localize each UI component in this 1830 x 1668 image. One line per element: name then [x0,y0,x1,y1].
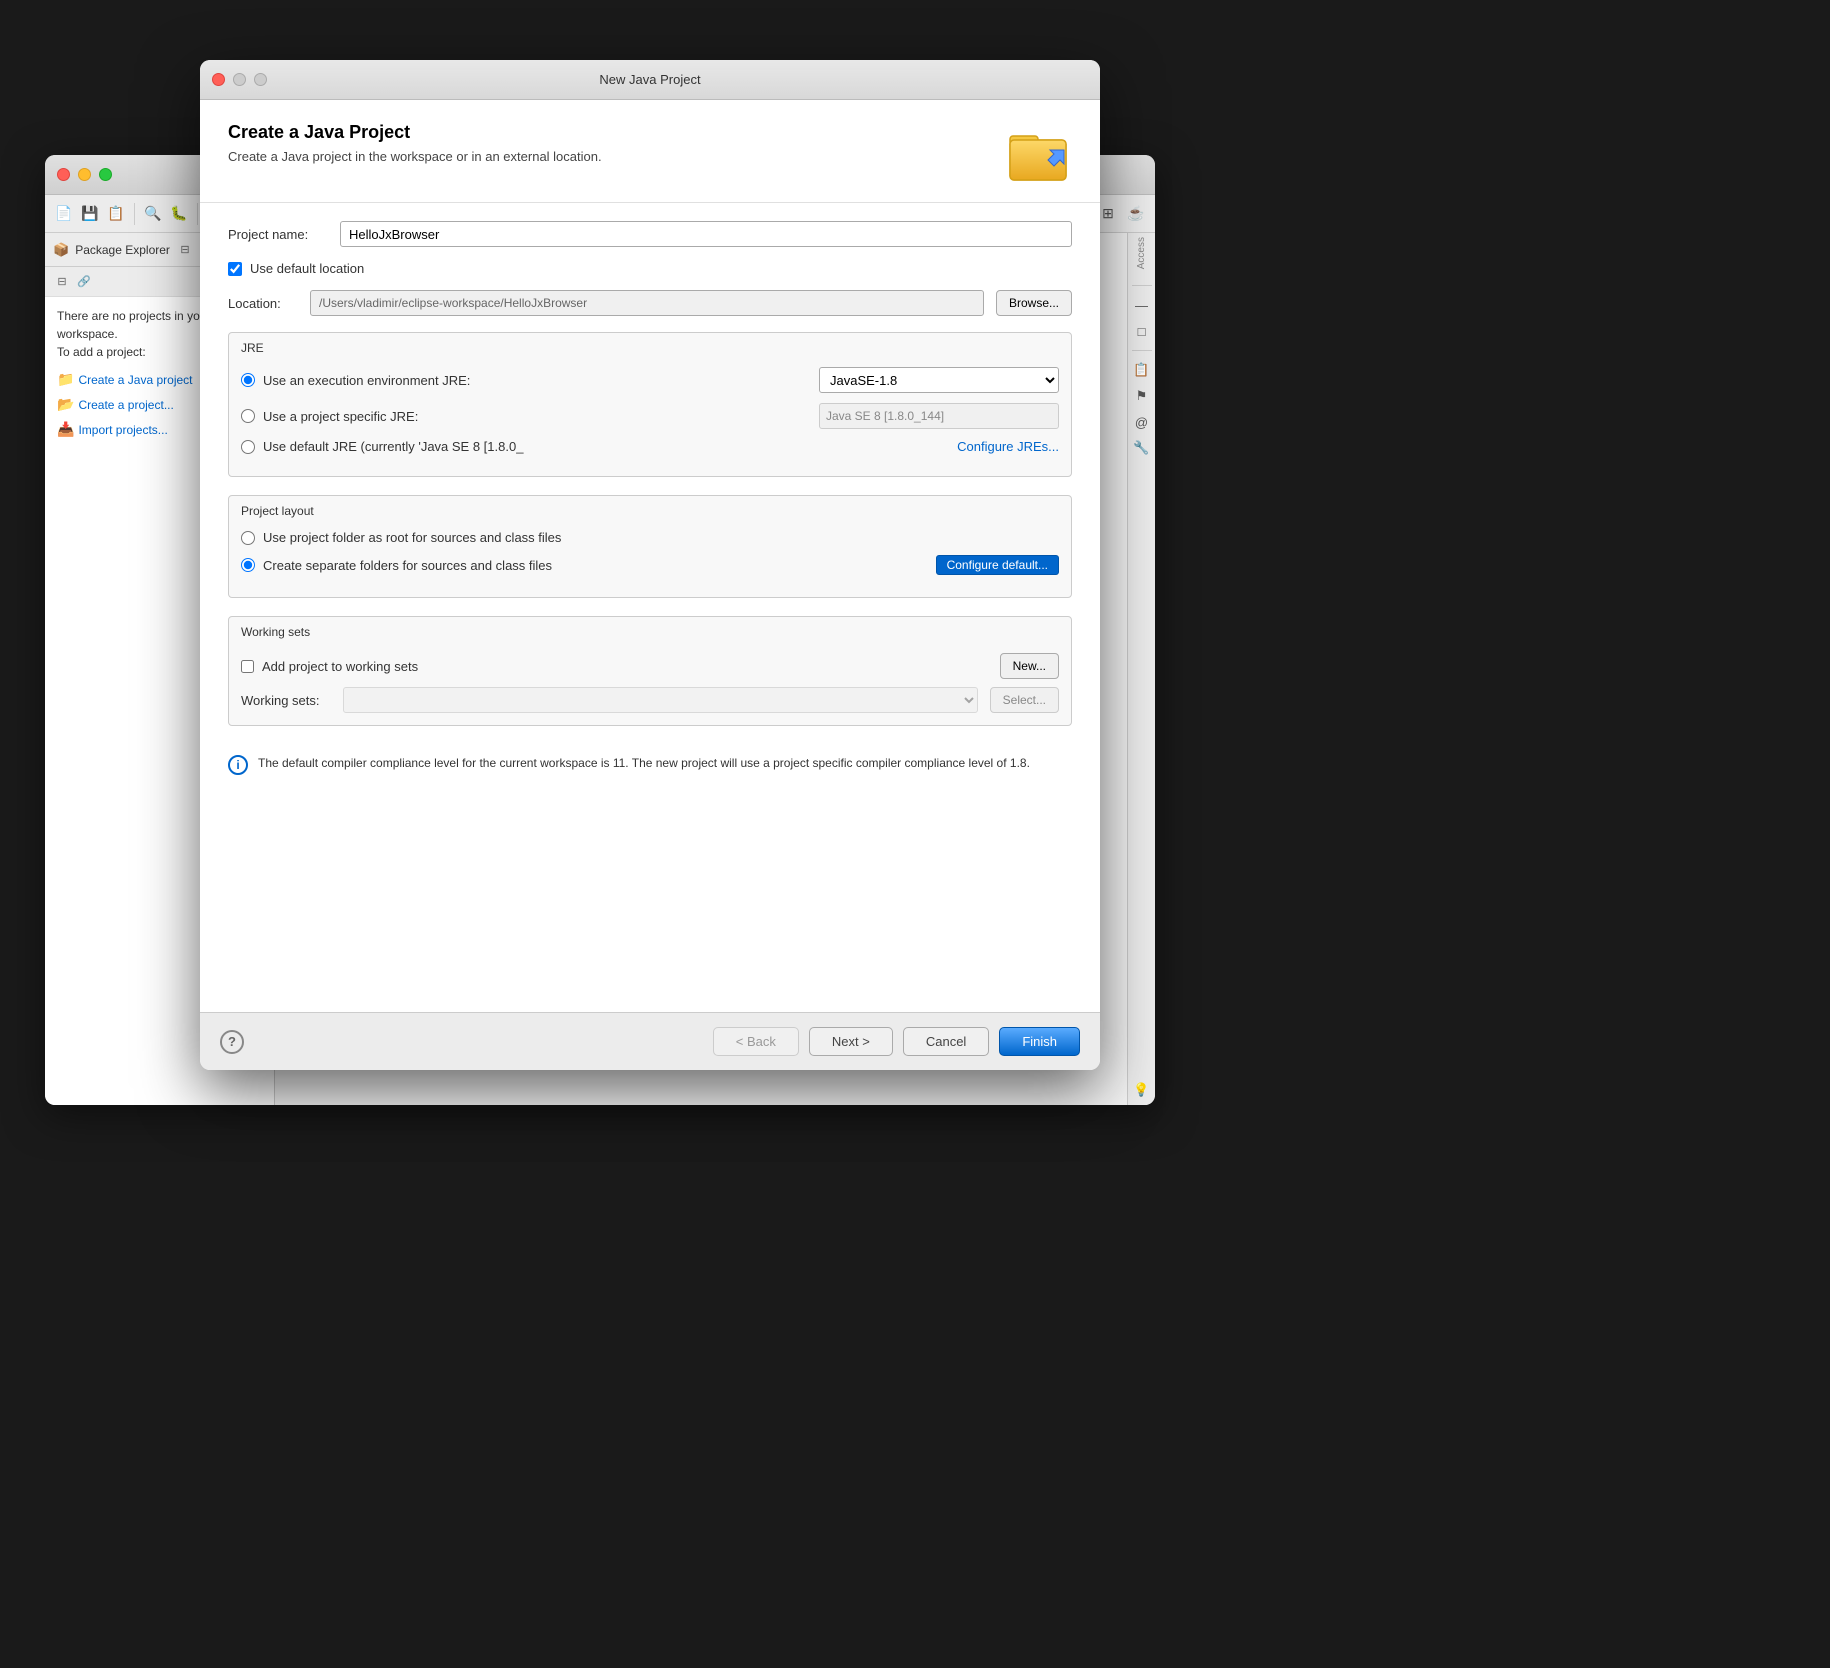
dialog-content: Project name: Use default location Locat… [200,203,1100,1012]
working-sets-section: Working sets Add project to working sets… [228,616,1072,726]
at-icon[interactable]: @ [1131,411,1153,433]
configure-jres-link[interactable]: Configure JREs... [957,439,1059,454]
dialog-body: Create a Java Project Create a Java proj… [200,100,1100,1070]
layout-radio1-label: Use project folder as root for sources a… [263,530,1059,545]
perspective-icon[interactable]: ⊞ [1097,203,1119,225]
add-to-working-sets-checkbox[interactable] [241,660,254,673]
jre-radio3-row: Use default JRE (currently 'Java SE 8 [1… [241,439,1059,454]
collapse-all-icon[interactable]: ⊟ [53,273,71,291]
jre-section-content: Use an execution environment JRE: JavaSE… [229,359,1071,476]
help-button[interactable]: ? [220,1030,244,1054]
package-explorer-title: Package Explorer [75,243,170,257]
toolbar-separator-2 [197,203,198,225]
maximize-button[interactable] [99,168,112,181]
layout-radio1[interactable] [241,531,255,545]
jre-radio3[interactable] [241,440,255,454]
save-icon[interactable]: 💾 [79,203,101,225]
project-name-row: Project name: [228,221,1072,247]
add-to-working-sets-label: Add project to working sets [262,659,992,674]
bug-icon[interactable]: 🐛 [168,203,190,225]
dialog-title: New Java Project [599,72,700,87]
use-default-location-label: Use default location [250,261,364,276]
panel-minimize-icon[interactable]: ⊟ [176,241,194,259]
minimize-button[interactable] [78,168,91,181]
bulb-icon[interactable]: 💡 [1131,1079,1153,1101]
info-box: i The default compiler compliance level … [228,744,1072,785]
dialog-traffic-lights [212,73,267,86]
jre-radio3-label: Use default JRE (currently 'Java SE 8 [1… [263,439,949,454]
layout-radio2-row: Create separate folders for sources and … [241,555,1059,575]
layout-radio2-label: Create separate folders for sources and … [263,558,928,573]
access-text[interactable]: Access [1136,237,1147,269]
use-default-location-row: Use default location [228,261,1072,276]
dialog-titlebar: New Java Project [200,60,1100,100]
project-layout-title: Project layout [229,496,1071,522]
info-icon: i [228,755,248,775]
location-label: Location: [228,296,298,311]
info-message: The default compiler compliance level fo… [258,754,1030,772]
toolbar-separator-1 [134,203,135,225]
dialog-subtitle: Create a Java project in the workspace o… [228,149,602,164]
link-with-editor-icon[interactable]: 🔗 [75,273,93,291]
markers-icon[interactable]: ⚑ [1131,385,1153,407]
jre-section-title: JRE [229,333,1071,359]
java-perspective-icon[interactable]: ☕ [1125,203,1147,225]
jre-radio2-label: Use a project specific JRE: [263,409,811,424]
dialog-header-text: Create a Java Project Create a Java proj… [228,122,602,164]
next-button[interactable]: Next > [809,1027,893,1056]
working-sets-select [343,687,978,713]
new-java-project-dialog: New Java Project Create a Java Project C… [200,60,1100,1070]
project-name-input[interactable] [340,221,1072,247]
browse-button[interactable]: Browse... [996,290,1072,316]
project-layout-section: Project layout Use project folder as roo… [228,495,1072,598]
location-row: Location: Browse... [228,290,1072,316]
jre-radio2-row: Use a project specific JRE: [241,403,1059,429]
right-strip: Access — □ 📋 ⚑ @ 🔧 💡 [1127,233,1155,1105]
working-sets-label: Working sets: [241,693,331,708]
new-working-set-button[interactable]: New... [1000,653,1059,679]
close-button[interactable] [57,168,70,181]
jre-radio1[interactable] [241,373,255,387]
project-name-label: Project name: [228,227,328,242]
jre-section: JRE Use an execution environment JRE: Ja… [228,332,1072,477]
search-icon[interactable]: 🔍 [142,203,164,225]
maximize-right-icon[interactable]: □ [1131,320,1153,342]
back-button[interactable]: < Back [713,1027,799,1056]
jre-radio1-row: Use an execution environment JRE: JavaSE… [241,367,1059,393]
dialog-close-button[interactable] [212,73,225,86]
jre-select[interactable]: JavaSE-1.8 [819,367,1059,393]
jre-radio1-label: Use an execution environment JRE: [263,373,811,388]
working-sets-title: Working sets [229,617,1071,643]
folder-icon [1008,122,1072,186]
jre-radio2[interactable] [241,409,255,423]
working-sets-content: Add project to working sets New... Worki… [229,643,1071,725]
dialog-footer: ? < Back Next > Cancel Finish [200,1012,1100,1070]
layout-radio1-row: Use project folder as root for sources a… [241,530,1059,545]
footer-buttons: < Back Next > Cancel Finish [713,1027,1080,1056]
select-working-sets-button: Select... [990,687,1059,713]
working-sets-row: Working sets: Select... [241,687,1059,713]
jre-specific-input [819,403,1059,429]
dialog-minimize-button [233,73,246,86]
finish-button[interactable]: Finish [999,1027,1080,1056]
cancel-button[interactable]: Cancel [903,1027,989,1056]
tasks-icon[interactable]: 📋 [1131,359,1153,381]
copy-icon[interactable]: 📋 [105,203,127,225]
project-layout-content: Use project folder as root for sources a… [229,522,1071,597]
dialog-header: Create a Java Project Create a Java proj… [200,100,1100,203]
new-file-icon[interactable]: 📄 [53,203,75,225]
layout-radio2[interactable] [241,558,255,572]
dialog-maximize-button [254,73,267,86]
use-default-location-checkbox[interactable] [228,262,242,276]
properties-icon[interactable]: 🔧 [1131,437,1153,459]
configure-default-button[interactable]: Configure default... [936,555,1059,575]
location-input[interactable] [310,290,984,316]
minimize-right-icon[interactable]: — [1131,294,1153,316]
dialog-main-title: Create a Java Project [228,122,602,143]
